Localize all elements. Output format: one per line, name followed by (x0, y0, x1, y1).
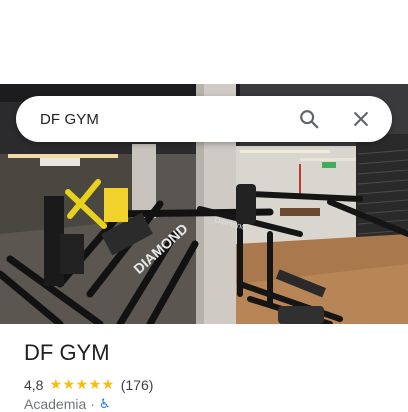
map-blank-area (0, 0, 408, 84)
category-row: Academia · ♿ (24, 396, 111, 412)
wheelchair-accessible-icon: ♿ (98, 396, 111, 411)
search-icon (300, 110, 319, 129)
search-query[interactable]: DF GYM (40, 111, 292, 128)
rating-value: 4,8 (24, 376, 44, 393)
separator: · (90, 396, 95, 412)
place-title: DF GYM (24, 340, 110, 365)
review-count[interactable]: (176) (121, 377, 154, 393)
search-bar[interactable]: DF GYM (16, 96, 392, 142)
star-rating: ★★★★★ (49, 376, 115, 392)
place-category: Academia (24, 396, 87, 412)
rating-row[interactable]: 4,8 ★★★★★ (176) (24, 376, 153, 393)
close-button[interactable] (344, 102, 378, 136)
search-button[interactable] (292, 102, 326, 136)
close-icon (354, 112, 368, 126)
